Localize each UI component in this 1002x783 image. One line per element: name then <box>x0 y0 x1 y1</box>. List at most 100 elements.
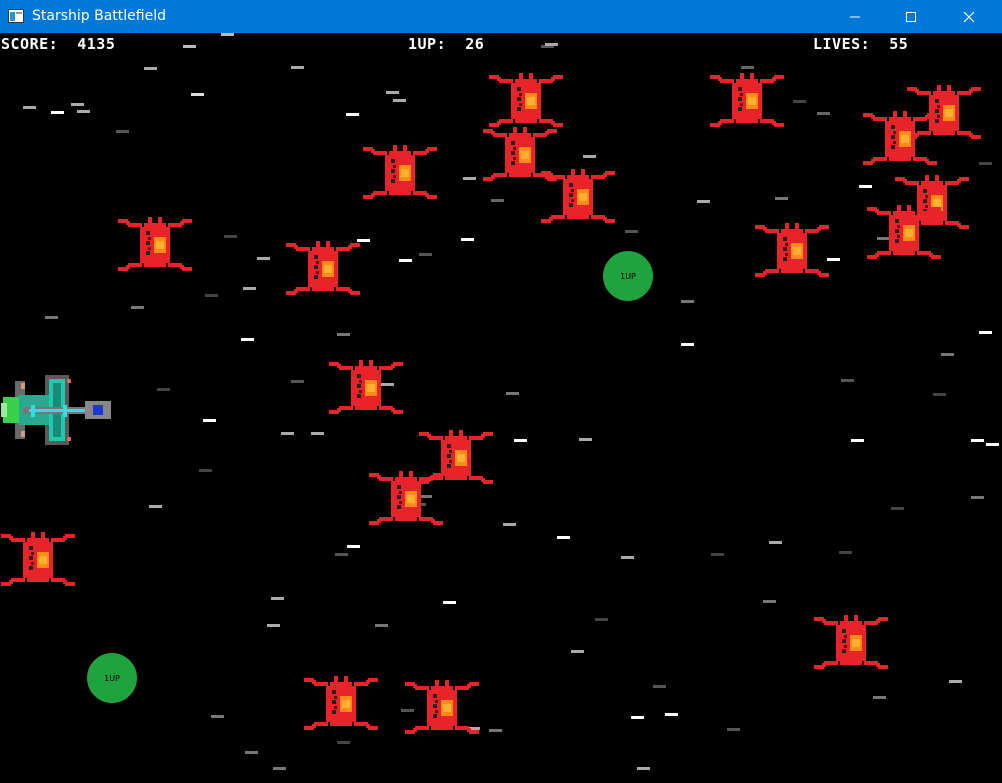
star <box>191 93 204 96</box>
star <box>273 767 286 770</box>
star <box>621 556 634 559</box>
star <box>665 713 678 716</box>
star <box>891 507 904 510</box>
star <box>337 333 350 336</box>
star <box>419 253 432 256</box>
star <box>817 112 830 115</box>
star <box>267 624 280 627</box>
star <box>489 729 502 732</box>
star <box>399 259 412 262</box>
star <box>271 597 284 600</box>
oneup-powerup: 1UP <box>87 653 137 703</box>
star <box>793 100 806 103</box>
star <box>386 91 399 94</box>
star <box>933 393 946 396</box>
star <box>506 392 519 395</box>
red-alien-enemy <box>329 358 403 418</box>
star <box>157 388 170 391</box>
star <box>491 199 504 202</box>
oneup-powerup: 1UP <box>603 251 653 301</box>
star <box>697 200 710 203</box>
red-alien-enemy <box>755 221 829 281</box>
maximize-icon <box>906 11 916 22</box>
oneup-display: 1UP: 26 <box>408 35 484 53</box>
star <box>839 551 852 554</box>
star <box>116 130 129 133</box>
star <box>625 230 638 233</box>
window-title: Starship Battlefield <box>32 8 166 24</box>
powerup-label: 1UP <box>620 271 636 281</box>
lives-value: 55 <box>889 35 909 53</box>
score-display: SCORE: 4135 <box>1 35 115 53</box>
star <box>571 650 584 653</box>
star <box>986 443 999 446</box>
star <box>183 45 196 48</box>
star <box>257 257 270 260</box>
red-alien-enemy <box>1 530 75 590</box>
game-window: Starship Battlefield SCORE: 4135 1UP: 26… <box>0 0 1002 783</box>
star <box>979 331 992 334</box>
red-alien-enemy <box>814 613 888 673</box>
red-alien-enemy <box>286 239 360 299</box>
game-canvas[interactable]: SCORE: 4135 1UP: 26 LIVES: 55 1UP 1UP <box>1 33 1001 782</box>
red-alien-enemy <box>541 167 615 227</box>
star <box>149 505 162 508</box>
star <box>291 380 304 383</box>
minimize-icon <box>850 16 860 17</box>
star <box>131 306 144 309</box>
close-icon <box>963 11 975 22</box>
minimize-button[interactable] <box>832 0 878 33</box>
red-alien-enemy <box>863 109 937 169</box>
red-alien-enemy <box>118 215 192 275</box>
star <box>595 618 608 621</box>
star <box>769 541 782 544</box>
lives-label: LIVES: <box>813 35 871 53</box>
star <box>681 300 694 303</box>
star <box>941 353 954 356</box>
star <box>347 545 360 548</box>
star <box>443 601 456 604</box>
star <box>346 113 359 116</box>
red-alien-enemy <box>304 674 378 734</box>
star <box>583 155 596 158</box>
star <box>71 103 84 106</box>
star <box>224 235 237 238</box>
title-bar[interactable]: Starship Battlefield <box>0 0 1002 33</box>
star <box>727 728 740 731</box>
star <box>557 536 570 539</box>
maximize-button[interactable] <box>888 0 934 33</box>
star <box>51 111 64 114</box>
oneup-label: 1UP: <box>408 35 447 53</box>
star <box>949 680 962 683</box>
star <box>631 716 644 719</box>
star <box>463 177 476 180</box>
star <box>514 439 527 442</box>
star <box>841 379 854 382</box>
star <box>211 715 224 718</box>
red-alien-enemy <box>363 143 437 203</box>
red-alien-enemy <box>867 203 941 263</box>
star <box>461 238 474 241</box>
app-window-icon <box>8 9 24 23</box>
star <box>23 106 36 109</box>
close-button[interactable] <box>946 0 992 33</box>
star <box>681 343 694 346</box>
red-alien-enemy <box>369 469 443 529</box>
star <box>77 110 90 113</box>
star <box>503 523 516 526</box>
star <box>775 197 788 200</box>
star <box>199 469 212 472</box>
star <box>711 553 724 556</box>
star <box>205 294 218 297</box>
star <box>245 751 258 754</box>
star <box>763 600 776 603</box>
star <box>851 439 864 442</box>
oneup-value: 26 <box>465 35 485 53</box>
star <box>375 624 388 627</box>
red-alien-enemy <box>710 71 784 131</box>
star <box>311 432 324 435</box>
player-starship <box>1 375 111 445</box>
star <box>221 33 234 36</box>
star <box>741 66 754 69</box>
star <box>335 553 348 556</box>
